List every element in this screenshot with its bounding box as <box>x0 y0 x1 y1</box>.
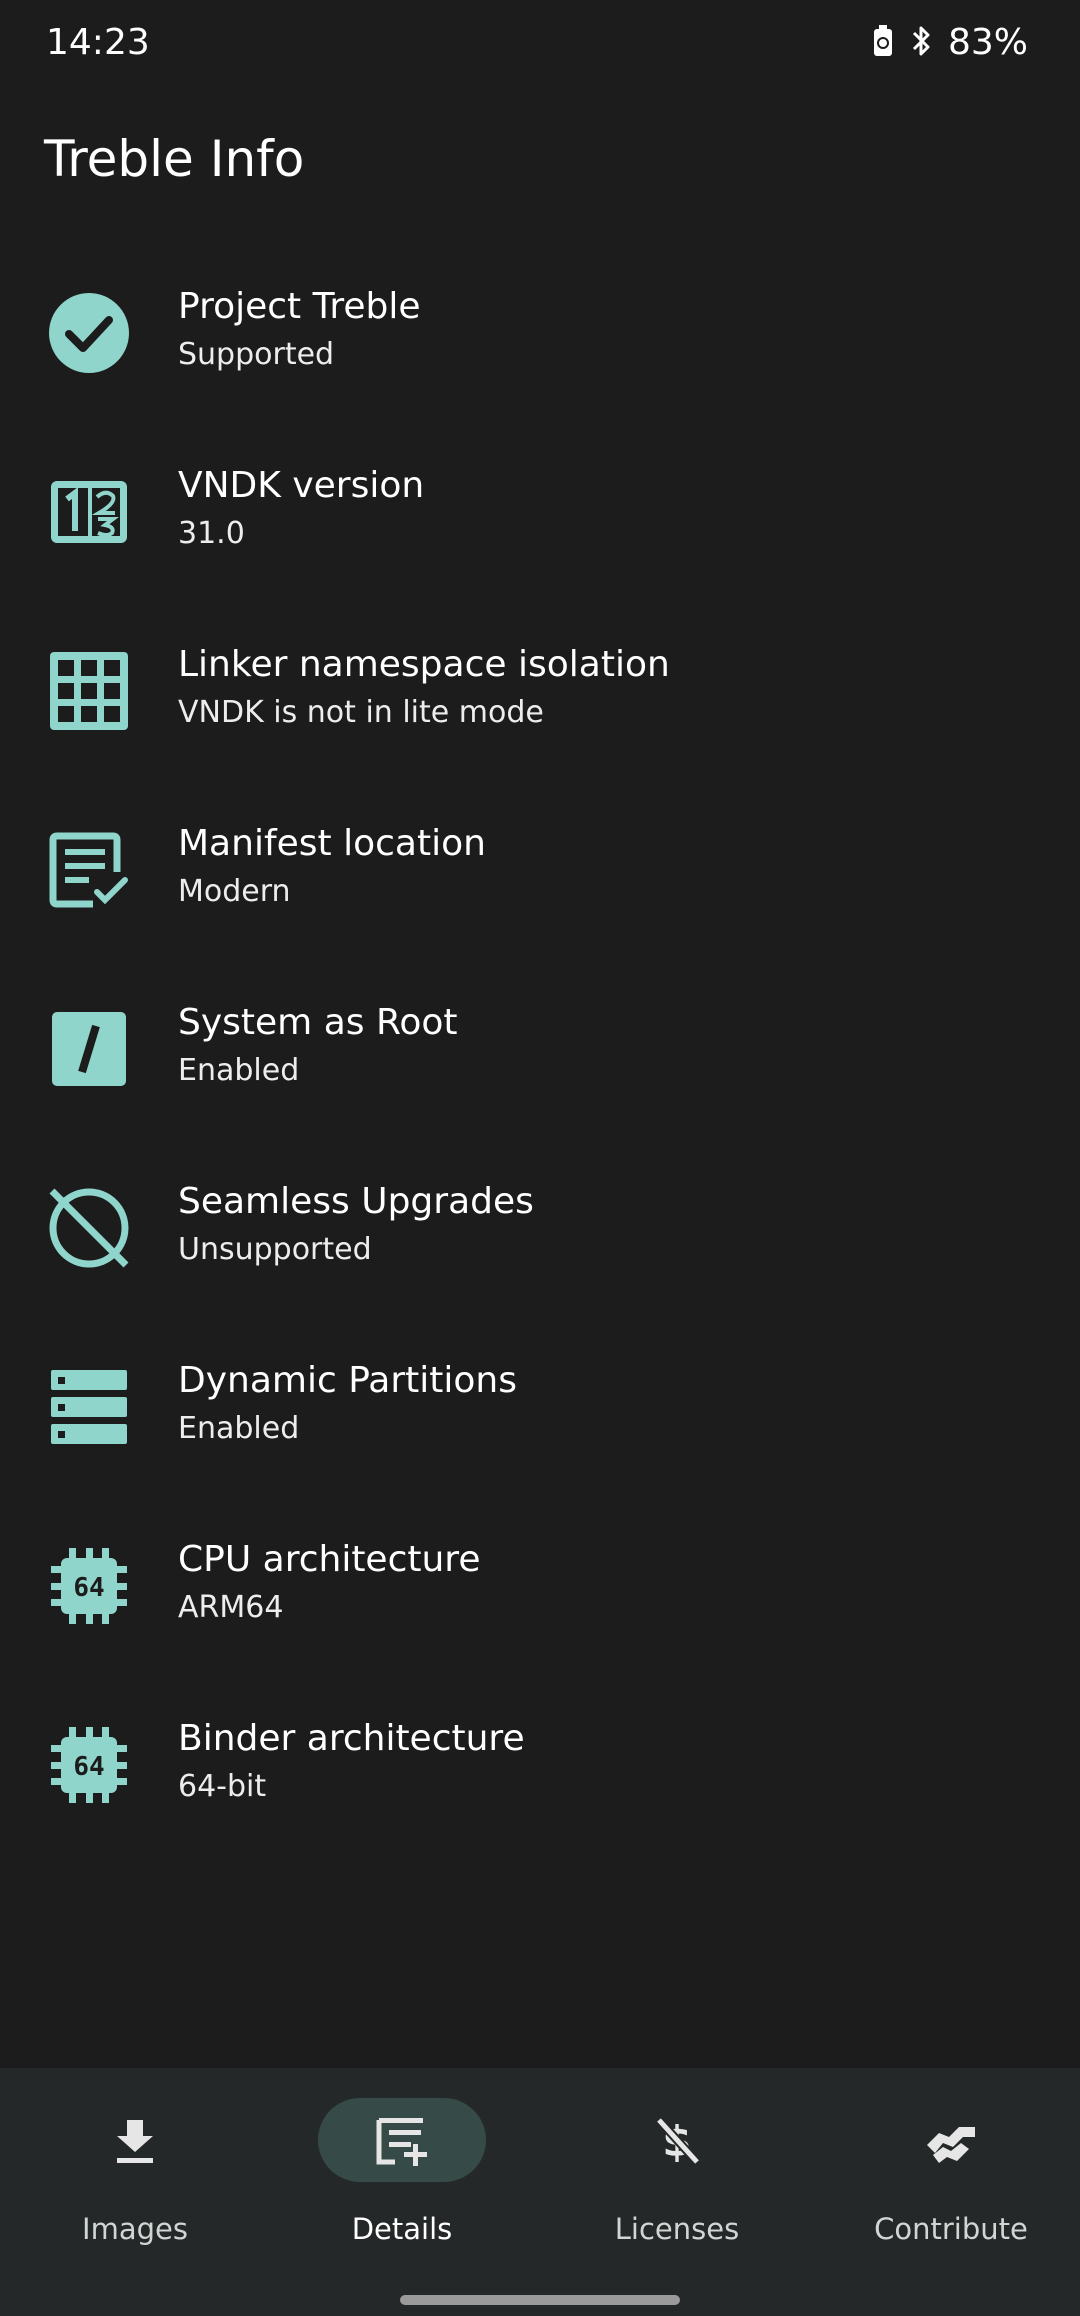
list-item-project-treble[interactable]: Project Treble Supported <box>0 262 1080 441</box>
money-off-icon: $ <box>593 2098 761 2182</box>
item-title: VNDK version <box>178 465 425 506</box>
item-title: Seamless Upgrades <box>178 1181 534 1222</box>
item-subtitle: Modern <box>178 874 291 909</box>
handshake-icon <box>867 2098 1035 2182</box>
playlist-add-icon <box>318 2098 486 2182</box>
list-item-linker-namespace[interactable]: Linker namespace isolation VNDK is not i… <box>0 620 1080 799</box>
numbers-icon <box>44 467 134 557</box>
status-bar: 14:23 83% <box>0 0 1080 96</box>
nav-label: Licenses <box>614 2212 740 2246</box>
item-title: Binder architecture <box>178 1718 525 1759</box>
list-item-seamless-upgrades[interactable]: Seamless Upgrades Unsupported <box>0 1157 1080 1336</box>
list-item-dynamic-partitions[interactable]: Dynamic Partitions Enabled <box>0 1336 1080 1515</box>
item-title: System as Root <box>178 1002 458 1043</box>
item-title: Project Treble <box>178 286 421 327</box>
svg-text:64: 64 <box>73 1752 104 1782</box>
bluetooth-icon <box>908 24 934 62</box>
item-subtitle: Unsupported <box>178 1232 372 1267</box>
item-title: Linker namespace isolation <box>178 644 670 685</box>
battery-saver-icon <box>872 24 894 62</box>
item-title: Manifest location <box>178 823 486 864</box>
checklist-document-icon <box>44 825 134 915</box>
status-time: 14:23 <box>46 22 150 63</box>
status-icons: 83% <box>872 22 1028 63</box>
list-item-system-as-root[interactable]: System as Root Enabled <box>0 978 1080 1157</box>
home-indicator[interactable] <box>400 2295 680 2305</box>
list-item-vndk-version[interactable]: VNDK version 31.0 <box>0 441 1080 620</box>
nav-label: Details <box>351 2212 453 2246</box>
page-title: Treble Info <box>44 130 305 188</box>
nav-item-details[interactable]: Details <box>267 2098 537 2278</box>
grid-icon <box>44 646 134 736</box>
item-subtitle: VNDK is not in lite mode <box>178 695 544 730</box>
nav-item-images[interactable]: Images <box>0 2098 270 2278</box>
check-circle-icon <box>44 288 134 378</box>
nav-label: Images <box>82 2212 188 2246</box>
disabled-circle-icon <box>44 1183 134 1273</box>
slash-square-icon <box>44 1004 134 1094</box>
item-title: Dynamic Partitions <box>178 1360 517 1401</box>
download-icon <box>51 2098 219 2182</box>
chip-64-icon: 64 <box>44 1720 134 1810</box>
battery-percent: 83% <box>947 22 1028 63</box>
nav-item-contribute[interactable]: Contribute <box>816 2098 1080 2278</box>
list-item-binder-architecture[interactable]: 64 Binder architecture 64-bit <box>0 1694 1080 1873</box>
item-subtitle: 64-bit <box>178 1769 267 1804</box>
svg-text:64: 64 <box>73 1573 104 1603</box>
nav-item-licenses[interactable]: $ Licenses <box>542 2098 812 2278</box>
item-subtitle: Enabled <box>178 1053 300 1088</box>
item-subtitle: Enabled <box>178 1411 300 1446</box>
list-item-manifest-location[interactable]: Manifest location Modern <box>0 799 1080 978</box>
storage-icon <box>44 1362 134 1452</box>
bottom-navigation: Images Details $ Licenses <box>0 2068 1080 2316</box>
treble-info-list: Project Treble Supported VNDK version 31… <box>0 262 1080 1873</box>
item-subtitle: 31.0 <box>178 516 245 551</box>
nav-label: Contribute <box>874 2212 1028 2246</box>
list-item-cpu-architecture[interactable]: 64 CPU architecture ARM64 <box>0 1515 1080 1694</box>
item-subtitle: Supported <box>178 337 335 372</box>
item-title: CPU architecture <box>178 1539 481 1580</box>
item-subtitle: ARM64 <box>178 1590 284 1625</box>
chip-64-icon: 64 <box>44 1541 134 1631</box>
